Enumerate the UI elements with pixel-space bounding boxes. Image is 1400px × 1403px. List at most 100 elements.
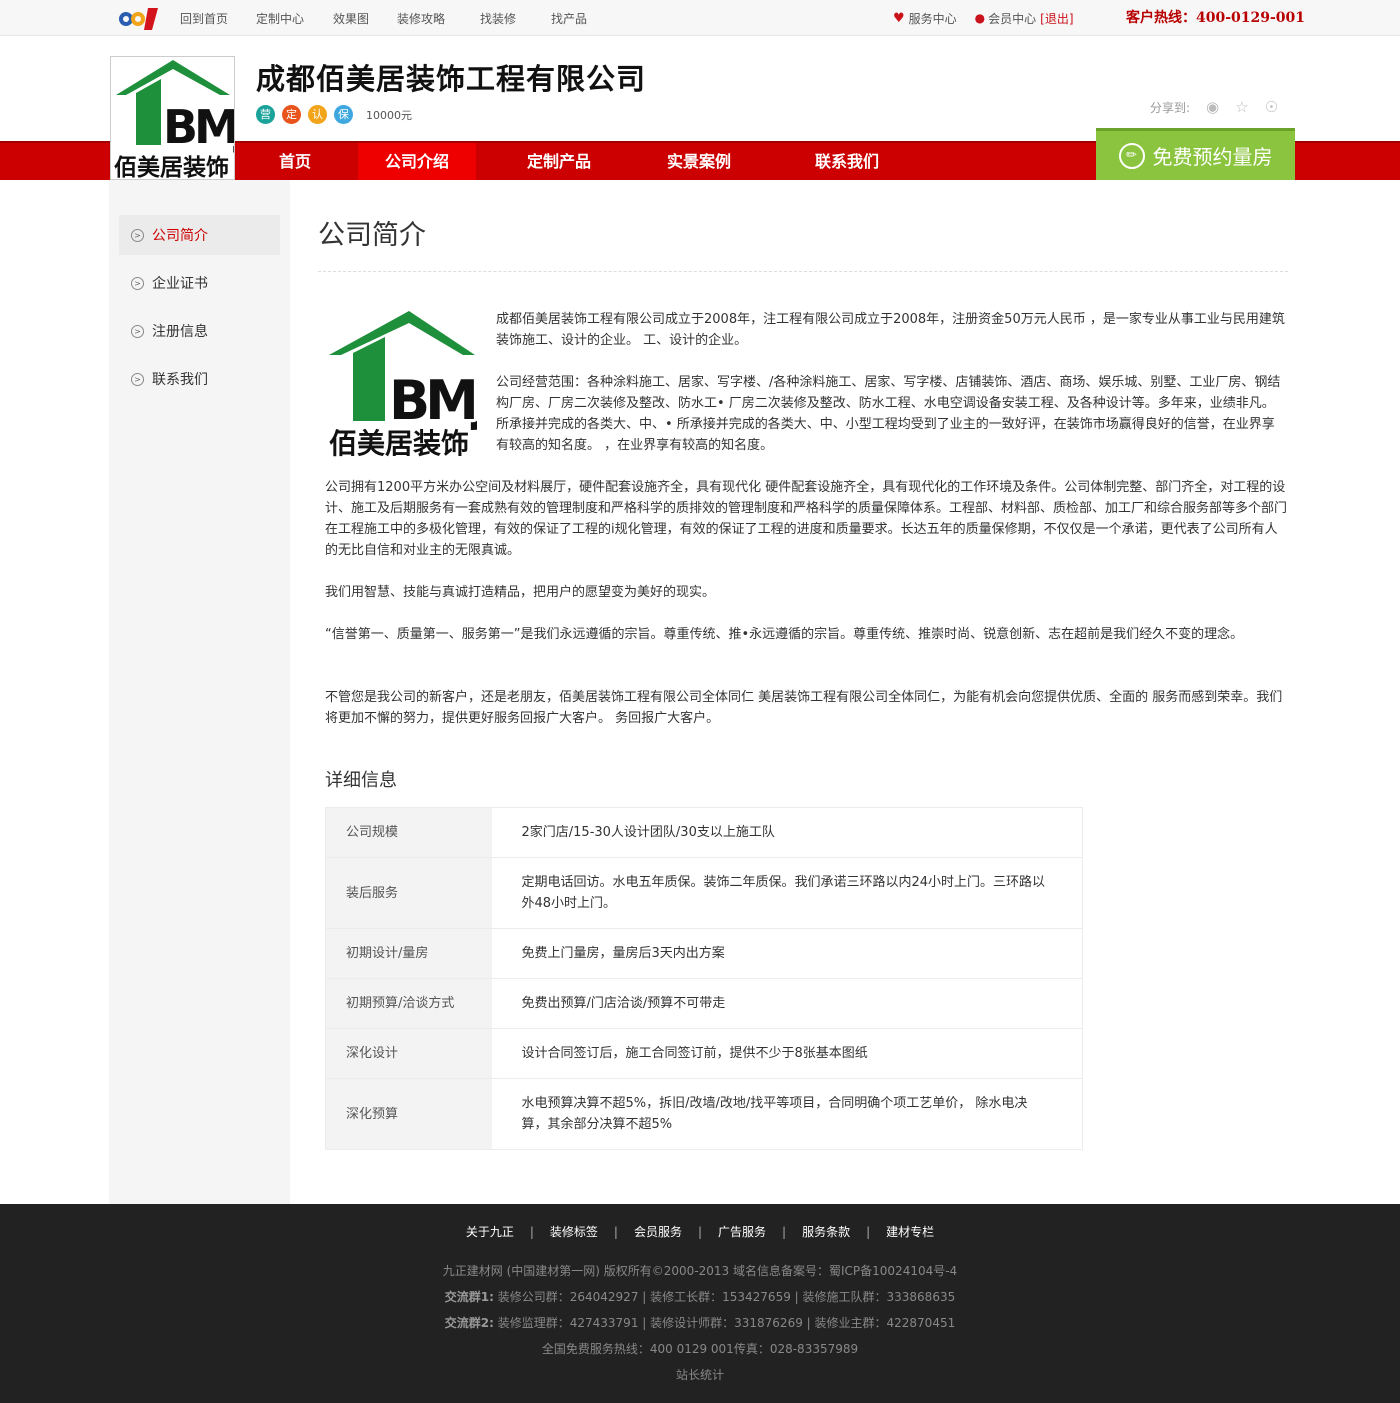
footer-stats-link[interactable]: 站长统计 <box>0 1366 1400 1383</box>
intro-paragraph-5: “信誉第一、质量第一、服务第一”是我们永远遵循的宗旨。尊重传统、推•永远遵循的宗… <box>325 627 1244 642</box>
detail-value: 水电预算决算不超5%，拆旧/改墙/改地/找平等项目，合同明确个项工艺单价， 除水… <box>491 1078 1083 1150</box>
nav-real-cases[interactable]: 实景案例 <box>640 143 758 180</box>
top-nav-renderings[interactable]: 效果图 <box>333 10 397 27</box>
sidebar-item-contact[interactable]: > 联系我们 <box>119 359 280 399</box>
top-nav-custom-center[interactable]: 定制中心 <box>256 10 333 27</box>
table-row: 公司规模 2家门店/15-30人设计团队/30支以上施工队 <box>325 807 1083 858</box>
page-title: 公司简介 <box>318 220 426 251</box>
footer-group-2-label: 交流群2: <box>444 1316 494 1330</box>
certified-badge[interactable]: 认 <box>308 105 327 124</box>
detail-key: 初期预算/洽谈方式 <box>325 978 492 1029</box>
footer-link-materials[interactable]: 建材专栏 <box>886 1225 934 1239</box>
footer-group-1: 交流群1: 装修公司群：264042927 | 装修工长群：153427659 … <box>0 1288 1400 1305</box>
detail-value: 免费上门量房，量房后3天内出方案 <box>491 928 1083 979</box>
table-row: 装后服务 定期电话回访。水电五年质保。装饰二年质保。我们承诺三环路以内24小时上… <box>325 857 1083 929</box>
custom-badge[interactable]: 定 <box>282 105 301 124</box>
chevron-right-icon: > <box>131 228 144 242</box>
sidebar-item-certificates[interactable]: > 企业证书 <box>119 263 280 303</box>
footer-link-about[interactable]: 关于九正 <box>466 1225 514 1239</box>
footer-link-member[interactable]: 会员服务 <box>634 1225 682 1239</box>
table-row: 深化预算 水电预算决算不超5%，拆旧/改墙/改地/找平等项目，合同明确个项工艺单… <box>325 1078 1083 1150</box>
details-heading: 详细信息 <box>325 770 397 791</box>
free-measure-label: 免费预约量房 <box>1152 145 1273 169</box>
footer-separator: | <box>866 1225 871 1239</box>
nav-company-intro[interactable]: 公司介绍 <box>358 143 476 180</box>
sidebar-item-label: 企业证书 <box>152 276 208 292</box>
details-table: 公司规模 2家门店/15-30人设计团队/30支以上施工队 装后服务 定期电话回… <box>325 807 1083 1150</box>
sidebar-item-label: 注册信息 <box>152 324 208 340</box>
qzone-icon[interactable]: ☉ <box>1265 98 1278 116</box>
detail-value: 免费出预算/门店洽谈/预算不可带走 <box>491 978 1083 1029</box>
registered-capital: 10000元 <box>366 108 412 122</box>
table-row: 初期预算/洽谈方式 免费出预算/门店洽谈/预算不可带走 <box>325 978 1083 1029</box>
detail-value: 定期电话回访。水电五年质保。装饰二年质保。我们承诺三环路以内24小时上门。三环路… <box>491 857 1083 929</box>
detail-key: 深化预算 <box>325 1078 492 1150</box>
content-logo-cn-text: 佰美居装饰 <box>329 427 469 459</box>
footer-copyright: 九正建材网 (中国建材第一网) 版权所有©2000-2013 域名信息备案号：蜀… <box>442 1264 958 1278</box>
top-right-links: ♥ 服务中心 ● 会员中心 [退出] <box>893 0 1074 36</box>
sidebar-item-profile[interactable]: > 公司简介 <box>119 215 280 255</box>
service-center-link[interactable]: 服务中心 <box>909 10 957 27</box>
sidebar: > 公司简介 > 企业证书 > 注册信息 > 联系我们 <box>109 180 290 1204</box>
free-measure-button[interactable]: ✏ 免费预约量房 <box>1096 128 1295 180</box>
intro-paragraph-3: 公司拥有1200平方米办公空间及材料展厅，硬件配套设施齐全，具有现代化 硬件配套… <box>325 480 1288 558</box>
sidebar-item-label: 联系我们 <box>152 372 208 388</box>
footer-link-ads[interactable]: 广告服务 <box>718 1225 766 1239</box>
sidebar-item-label: 公司简介 <box>152 228 208 244</box>
footer-separator: | <box>613 1225 618 1239</box>
detail-value: 2家门店/15-30人设计团队/30支以上施工队 <box>491 807 1083 858</box>
footer-separator: | <box>782 1225 787 1239</box>
nav-contact[interactable]: 联系我们 <box>788 143 906 180</box>
logo-cn-text: 佰美居装饰 <box>114 154 229 179</box>
customer-hotline: 客户热线：400-0129-001 <box>1126 10 1306 26</box>
footer-hotline: 全国免费服务热线：400 0129 001传真：028-83357989 <box>541 1342 859 1356</box>
member-center-link[interactable]: 会员中心 <box>988 10 1036 27</box>
site-logo-icon[interactable] <box>118 4 160 32</box>
share-label: 分享到: <box>1150 100 1191 115</box>
user-icon: ● <box>974 11 986 25</box>
detail-key: 深化设计 <box>325 1028 492 1079</box>
footer-link-terms[interactable]: 服务条款 <box>802 1225 850 1239</box>
bmj-logo-icon: BMJ 佰美居装饰 <box>111 57 253 181</box>
company-logo[interactable]: BMJ 佰美居装饰 <box>110 56 253 181</box>
chevron-right-icon: > <box>131 372 144 386</box>
top-nav-home[interactable]: 回到首页 <box>180 10 256 27</box>
ruler-icon: ✏ <box>1118 142 1145 169</box>
footer: 关于九正 | 装修标签 | 会员服务 | 广告服务 | 服务条款 | 建材专栏 九正建材网 (中国建… <box>0 1204 1400 1403</box>
credential-badges: 营 定 认 保 10000元 <box>256 105 412 124</box>
footer-separator: | <box>697 1225 703 1239</box>
intro-paragraph-2: 公司经营范围：各种涂料施工、居家、写字楼、/各种涂料施工、居家、写字楼、店铺装饰… <box>496 375 1281 453</box>
sidebar-item-registration[interactable]: > 注册信息 <box>119 311 280 351</box>
detail-key: 公司规模 <box>325 807 492 858</box>
intro-paragraph-1: 成都佰美居装饰工程有限公司成立于2008年，注工程有限公司成立于2008年，注册… <box>496 312 1285 348</box>
top-nav-guide[interactable]: 装修攻略 <box>397 10 480 27</box>
footer-group-1-label: 交流群1: <box>444 1290 494 1304</box>
top-nav-find-decor[interactable]: 找装修 <box>480 10 551 27</box>
weibo-icon[interactable]: ◉ <box>1206 98 1219 116</box>
top-nav: 回到首页 定制中心 效果图 装修攻略 找装修 找产品 <box>180 0 611 36</box>
content-logo-letters: BMJ <box>389 369 477 432</box>
top-nav-find-product[interactable]: 找产品 <box>551 10 611 27</box>
star-icon[interactable]: ☆ <box>1235 98 1248 116</box>
guarantee-badge[interactable]: 保 <box>334 105 353 124</box>
license-badge[interactable]: 营 <box>256 105 275 124</box>
logo-letters: BMJ <box>163 100 234 154</box>
nav-custom-products[interactable]: 定制产品 <box>500 143 618 180</box>
footer-group-2: 交流群2: 装修监理群：427433791 | 装修设计师群：331876269… <box>0 1314 1400 1331</box>
intro-paragraph-6: 不管您是我公司的新客户，还是老朋友，佰美居装饰工程有限公司全体同仁 美居装饰工程… <box>325 690 1283 726</box>
nav-home[interactable]: 首页 <box>252 143 338 180</box>
detail-key: 初期设计/量房 <box>325 928 492 979</box>
detail-key: 装后服务 <box>325 857 492 929</box>
title-divider <box>318 271 1288 272</box>
table-row: 深化设计 设计合同签订后，施工合同签订前，提供不少于8张基本图纸 <box>325 1028 1083 1079</box>
footer-link-tags[interactable]: 装修标签 <box>550 1225 598 1239</box>
footer-separator: | <box>529 1225 534 1239</box>
footer-group-1-text: 装修公司群：264042927 | 装修工长群：153427659 | 装修施工… <box>493 1290 956 1304</box>
content-logo-image: BMJ 佰美居装饰 <box>329 311 477 459</box>
footer-links: 关于九正 | 装修标签 | 会员服务 | 广告服务 | 服务条款 | 建材专栏 <box>0 1223 1400 1240</box>
heart-icon: ♥ <box>893 10 905 26</box>
chevron-right-icon: > <box>131 276 144 290</box>
top-bar: 回到首页 定制中心 效果图 装修攻略 找装修 找产品 ♥ 服务中心 ● 会员中心… <box>0 0 1400 36</box>
table-row: 初期设计/量房 免费上门量房，量房后3天内出方案 <box>325 928 1083 979</box>
logout-link[interactable]: [退出] <box>1040 10 1073 27</box>
